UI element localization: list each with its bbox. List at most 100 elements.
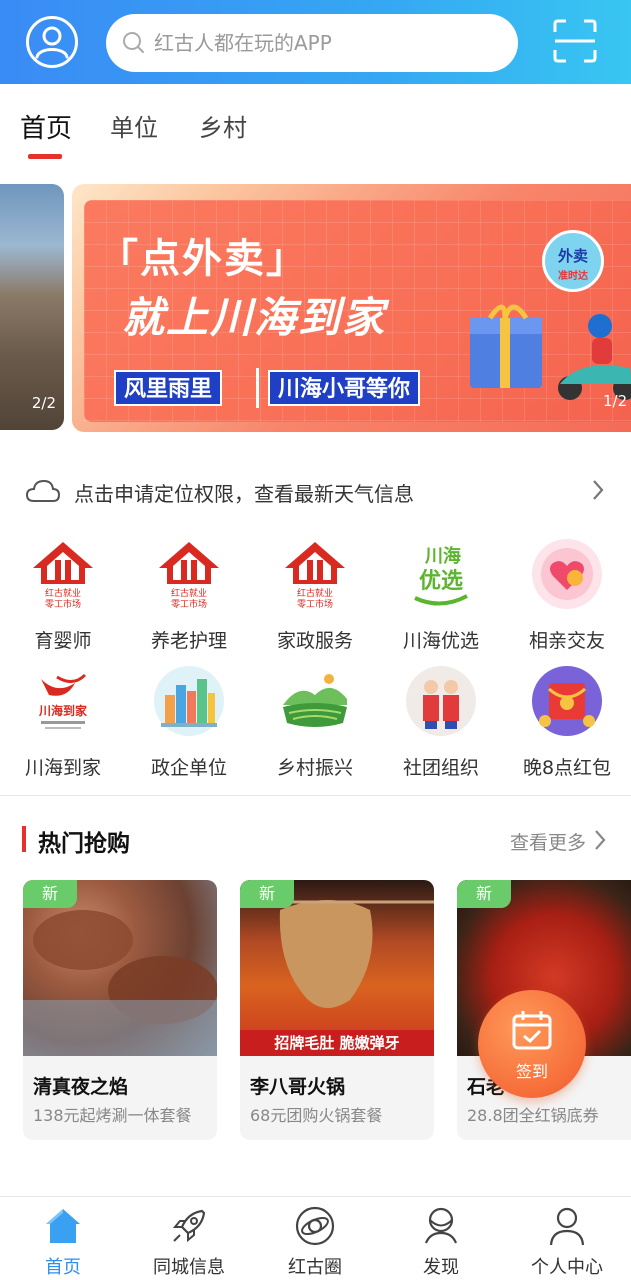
farmland-icon — [283, 674, 347, 727]
grid-label: 社团组织 — [402, 757, 479, 779]
grid-label: 晚8点红包 — [522, 757, 612, 779]
cloud-icon — [25, 479, 61, 502]
new-badge: 新 — [457, 880, 511, 908]
grid-item-elderly-care[interactable]: 红古就业 零工市场 养老护理 — [126, 538, 252, 658]
top-header — [0, 0, 631, 84]
hongu-employment-icon: 红古就业 零工市场 — [159, 542, 219, 610]
grid-item-nanny[interactable]: 红古就业 零工市场 育婴师 — [0, 538, 126, 658]
grid-label: 政企单位 — [150, 757, 227, 779]
tab-home[interactable]: 首页 — [20, 108, 72, 145]
grid-label: 相亲交友 — [528, 630, 605, 652]
grid-item-housekeeping[interactable]: 红古就业 零工市场 家政服务 — [252, 538, 378, 658]
nav-label: 首页 — [45, 1257, 81, 1278]
weather-row[interactable]: 点击申请定位权限，查看最新天气信息 — [0, 462, 631, 520]
grid-item-chuanhai-daojia[interactable]: 川海到家 川海到家 — [0, 665, 126, 785]
grid-label: 乡村振兴 — [276, 757, 353, 779]
weather-prompt: 点击申请定位权限，查看最新天气信息 — [74, 482, 414, 506]
banner-tag-2: 川海小哥等你 — [268, 370, 421, 406]
svg-text:红古就业: 红古就业 — [171, 587, 207, 599]
grid-label: 育婴师 — [34, 630, 92, 652]
deal-title: 清真夜之焰 — [33, 1076, 129, 1098]
tab-village[interactable]: 乡村 — [199, 108, 247, 143]
grid-label: 川海到家 — [24, 757, 101, 779]
nav-label: 个人中心 — [531, 1257, 603, 1278]
person-icon — [549, 1207, 585, 1246]
nav-label: 发现 — [423, 1257, 459, 1278]
heart-icon — [532, 539, 602, 609]
discover-icon — [424, 1207, 458, 1244]
svg-text:零工市场: 零工市场 — [171, 598, 207, 610]
new-badge: 新 — [23, 880, 77, 908]
see-more-link[interactable]: 查看更多 — [510, 828, 586, 855]
planet-icon — [295, 1206, 335, 1246]
grid-item-rural-revitalization[interactable]: 乡村振兴 — [252, 665, 378, 785]
takeout-badge: 外卖 准时达 — [542, 230, 604, 292]
section-accent-bar — [22, 826, 26, 852]
nav-label: 同城信息 — [153, 1257, 225, 1278]
deal-subtitle: 68元团购火锅套餐 — [250, 1106, 383, 1125]
banner-pager: 1/2 — [603, 392, 628, 410]
svg-text:零工市场: 零工市场 — [45, 598, 81, 610]
deal-image-caption: 招牌毛肚 脆嫩弹牙 — [240, 1030, 434, 1056]
bottom-nav: 首页 同城信息 红古圈 发现 个人中心 — [0, 1196, 631, 1280]
hot-section-title: 热门抢购 — [38, 831, 130, 857]
banner-previous-slide[interactable]: 2/2 — [0, 184, 64, 430]
search-input[interactable] — [154, 26, 494, 60]
user-avatar-button[interactable] — [26, 16, 78, 68]
deal-subtitle: 28.8团全红锅底券 — [467, 1106, 599, 1125]
grid-item-community-orgs[interactable]: 社团组织 — [378, 665, 504, 785]
nav-discover[interactable]: 发现 — [378, 1197, 504, 1280]
banner-subheadline: 就上川海到家 — [122, 293, 387, 342]
takeout-badge-main: 外卖 — [557, 247, 588, 265]
grid-label: 家政服务 — [276, 630, 353, 652]
new-badge: 新 — [240, 880, 294, 908]
tab-units[interactable]: 单位 — [110, 108, 158, 143]
nav-home[interactable]: 首页 — [0, 1197, 126, 1280]
user-icon — [35, 26, 69, 59]
search-icon — [123, 32, 144, 53]
nav-label: 红古圈 — [288, 1257, 342, 1278]
grid-item-gov-enterprise[interactable]: 政企单位 — [126, 665, 252, 785]
deal-card[interactable]: 新 清真夜之焰 138元起烤涮一体套餐 — [23, 880, 217, 1140]
grid-item-dating[interactable]: 相亲交友 — [504, 538, 630, 658]
grid-label: 养老护理 — [150, 630, 227, 652]
banner-tag-1: 风里雨里 — [114, 370, 223, 406]
sign-in-button[interactable]: 签到 — [478, 990, 586, 1098]
chevron-right-icon — [593, 480, 604, 500]
nav-circle[interactable]: 红古圈 — [252, 1197, 378, 1280]
section-divider — [0, 795, 631, 796]
sign-in-label: 签到 — [515, 1062, 548, 1081]
chuanhai-daojia-icon: 川海到家 — [38, 673, 88, 729]
svg-text:川海到家: 川海到家 — [38, 703, 88, 718]
grid-label: 川海优选 — [402, 630, 479, 652]
hongu-employment-icon: 红古就业 零工市场 — [285, 542, 345, 610]
deal-title: 李八哥火锅 — [250, 1076, 346, 1098]
svg-text:红古就业: 红古就业 — [297, 587, 333, 599]
svg-text:川海: 川海 — [424, 545, 461, 567]
scan-icon[interactable] — [552, 18, 598, 64]
delivery-illustration-icon — [470, 304, 631, 400]
takeout-badge-sub: 准时达 — [558, 271, 588, 282]
home-icon — [46, 1209, 80, 1243]
calendar-check-icon — [512, 1011, 552, 1050]
rocket-icon — [172, 1209, 206, 1243]
red-packet-icon — [532, 666, 602, 736]
banner-headline: 「点外卖」 — [98, 236, 308, 282]
nav-local-info[interactable]: 同城信息 — [126, 1197, 252, 1280]
chevron-right-icon[interactable] — [592, 828, 608, 852]
grid-item-chuanhai-youxuan[interactable]: 川海 优选 川海优选 — [378, 538, 504, 658]
deal-subtitle: 138元起烤涮一体套餐 — [33, 1106, 192, 1125]
svg-text:优选: 优选 — [419, 568, 463, 594]
grid-item-red-packet[interactable]: 晚8点红包 — [504, 665, 630, 785]
banner-tag-separator — [256, 368, 259, 408]
active-tab-indicator — [28, 154, 62, 159]
banner-slide[interactable]: 「点外卖」 就上川海到家 风里雨里 川海小哥等你 外卖 准时达 — [72, 184, 631, 432]
hongu-employment-icon: 红古就业 零工市场 — [33, 542, 93, 610]
search-bar[interactable] — [106, 14, 518, 72]
top-tabs: 首页 单位 乡村 — [0, 84, 631, 174]
banner-prev-pager: 2/2 — [31, 394, 56, 412]
nav-profile[interactable]: 个人中心 — [504, 1197, 630, 1280]
city-buildings-icon — [154, 666, 224, 736]
deal-card[interactable]: 招牌毛肚 脆嫩弹牙 新 李八哥火锅 68元团购火锅套餐 — [240, 880, 434, 1140]
svg-text:红古就业: 红古就业 — [45, 587, 81, 599]
